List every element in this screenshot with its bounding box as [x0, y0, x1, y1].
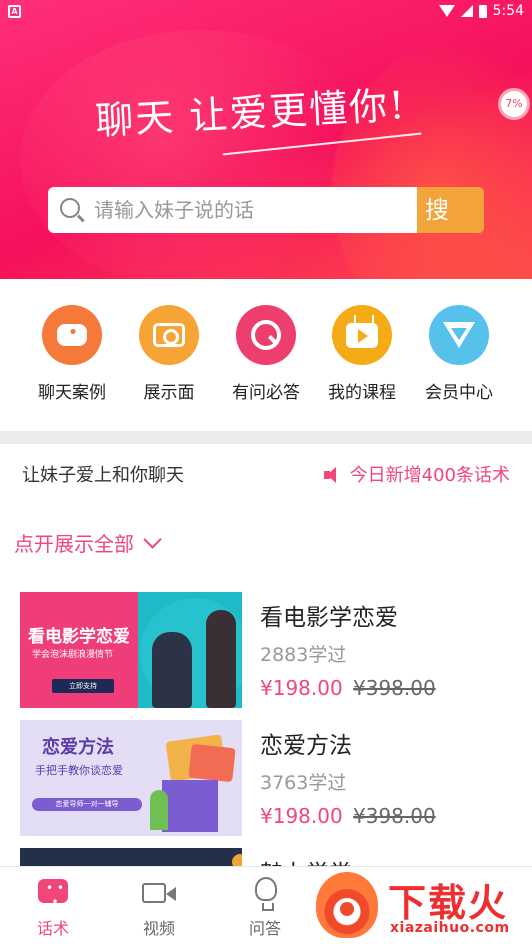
- decor-blob: [20, 30, 380, 279]
- video-icon: [142, 883, 176, 903]
- chevron-down-icon: [143, 530, 162, 549]
- lightbulb-icon: [255, 877, 277, 911]
- thumb-title: 恋爱方法: [42, 737, 114, 758]
- nav-label: 我的课程: [328, 383, 396, 403]
- expand-all-toggle[interactable]: 点开展示全部: [14, 528, 162, 557]
- chat-bubble-icon: [57, 322, 87, 364]
- watermark-text: 下载火: [388, 881, 509, 925]
- course-price: ¥198.00: [260, 804, 343, 828]
- thumb-button: 立即支持: [52, 679, 114, 693]
- tab-label: 话术: [36, 919, 69, 938]
- signal-icon: [460, 5, 473, 17]
- thumb-title: 看电影学恋爱: [28, 627, 130, 647]
- thumb-subtitle: 学会泡沫剧浪漫情节: [32, 650, 114, 660]
- course-card[interactable]: 恋爱方法 手把手教你谈恋爱 恋爱导师一对一辅导 恋爱方法 3763学过 ¥198…: [20, 720, 520, 836]
- search-icon: [60, 198, 80, 218]
- tab-icon: [248, 877, 282, 911]
- header-banner: A 5:54 聊天 让爱更懂你! 7% 搜: [0, 0, 532, 279]
- thumb-person: [152, 632, 192, 708]
- tab-icon: [142, 877, 176, 907]
- flame-icon: [316, 872, 378, 938]
- course-price: ¥198.00: [260, 676, 343, 700]
- tab-label: 问答: [248, 919, 281, 938]
- nav-icon-circle: [429, 305, 489, 365]
- nav-label: 有问必答: [232, 383, 300, 403]
- tab-label: 视频: [142, 919, 175, 938]
- nav-item-showcase[interactable]: 展示面: [121, 305, 217, 403]
- thumb-decor: [162, 780, 218, 832]
- course-title: 看电影学恋爱: [260, 605, 398, 631]
- course-thumbnail: 恋爱方法 手把手教你谈恋爱 恋爱导师一对一辅导: [20, 720, 242, 836]
- watermark-url: xiazaihuo.com: [390, 920, 510, 936]
- speaker-icon: [323, 467, 342, 483]
- course-original-price: ¥398.00: [353, 676, 436, 700]
- course-original-price: ¥398.00: [353, 804, 436, 828]
- nav-label: 聊天案例: [38, 383, 106, 403]
- notice-announcement-text: 今日新增400条话术: [349, 465, 510, 486]
- nav-item-my-courses[interactable]: 我的课程: [314, 305, 410, 403]
- nav-label: 会员中心: [425, 383, 493, 403]
- status-time: 5:54: [492, 3, 524, 19]
- course-title: 恋爱方法: [260, 733, 352, 759]
- section-divider: [0, 431, 532, 444]
- chat-icon: [38, 879, 68, 909]
- thumb-button: 恋爱导师一对一辅导: [32, 798, 142, 811]
- diamond-icon: [443, 322, 475, 348]
- nav-icon-circle: [42, 305, 102, 365]
- nav-item-qa[interactable]: 有问必答: [218, 305, 314, 403]
- tab-qa[interactable]: 问答: [225, 877, 305, 939]
- search-button[interactable]: 搜: [417, 187, 484, 233]
- progress-badge[interactable]: 7%: [498, 88, 530, 120]
- nav-icon-circle: [236, 305, 296, 365]
- status-icons: 5:54: [438, 3, 524, 19]
- tab-scripts[interactable]: 话术: [13, 877, 93, 939]
- quick-nav: 聊天案例 展示面 有问必答 我的课程 会员中心: [0, 279, 532, 431]
- app-notification-icon: A: [8, 5, 21, 18]
- tab-video[interactable]: 视频: [119, 877, 199, 939]
- thumb-subtitle: 手把手教你谈恋爱: [35, 764, 123, 777]
- notice-tagline: 让妹子爱上和你聊天: [22, 465, 184, 486]
- wifi-icon: [438, 5, 455, 17]
- nav-item-chat-cases[interactable]: 聊天案例: [24, 305, 120, 403]
- watermark-logo: 下载火 xiazaihuo.com: [314, 868, 532, 944]
- course-learned-count: 2883学过: [260, 644, 347, 666]
- course-learned-count: 3763学过: [260, 772, 347, 794]
- search-bar: 搜: [48, 187, 484, 233]
- tv-play-icon: [346, 323, 378, 348]
- q-search-icon: [251, 320, 281, 350]
- camera-icon: [153, 323, 185, 347]
- nav-item-member-center[interactable]: 会员中心: [411, 305, 507, 403]
- course-thumbnail: 看电影学恋爱 学会泡沫剧浪漫情节 立即支持: [20, 592, 242, 708]
- thumb-person: [206, 610, 236, 708]
- tab-icon: [36, 877, 70, 909]
- status-bar: A 5:54: [0, 0, 532, 24]
- expand-label: 点开展示全部: [14, 532, 134, 556]
- search-input[interactable]: [94, 187, 414, 233]
- notice-announcement[interactable]: 今日新增400条话术: [323, 461, 510, 487]
- thumb-decor: [188, 743, 236, 783]
- notice-bar: 让妹子爱上和你聊天 今日新增400条话术: [0, 444, 532, 500]
- battery-icon: [478, 4, 487, 18]
- nav-label: 展示面: [143, 383, 195, 403]
- nav-icon-circle: [139, 305, 199, 365]
- plant-icon: [150, 790, 168, 830]
- course-card[interactable]: 看电影学恋爱 学会泡沫剧浪漫情节 立即支持 看电影学恋爱 2883学过 ¥198…: [20, 592, 520, 708]
- app-screen: A 5:54 聊天 让爱更懂你! 7% 搜 聊天案例: [0, 0, 532, 944]
- nav-icon-circle: [332, 305, 392, 365]
